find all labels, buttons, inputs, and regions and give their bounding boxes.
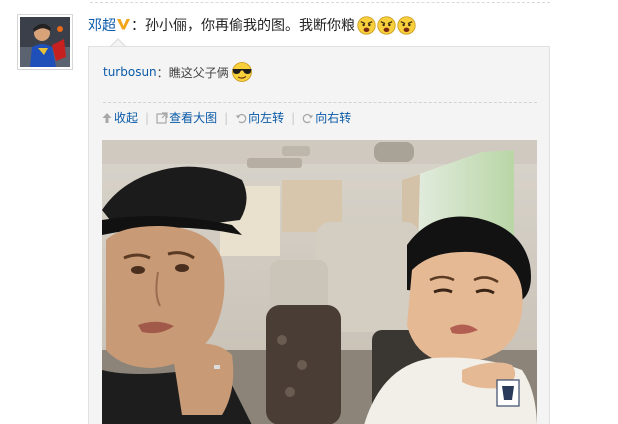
repost-divider: [103, 102, 537, 103]
repost-container: turbosun ： 瞧这父子俩 收起 | 查看大图 | 向左转 | 向右转: [88, 46, 550, 424]
emoji-group: [357, 15, 416, 35]
repost-content: turbosun ： 瞧这父子俩: [103, 61, 254, 83]
toolbar-divider: |: [224, 110, 229, 125]
rotate-right-icon: [302, 113, 314, 123]
repost-author-link[interactable]: turbosun: [103, 65, 157, 79]
post-text: 孙小俪，你再偷我的图。我断你粮: [145, 18, 355, 34]
top-divider: [90, 2, 550, 3]
post-author-link[interactable]: 邓超: [88, 15, 116, 35]
repost-separator: ：: [156, 65, 169, 80]
collapse-label: 收起: [114, 111, 139, 125]
rotate-left-button[interactable]: 向左转: [235, 109, 284, 126]
repost-text: 瞧这父子俩: [168, 65, 229, 80]
photo-image: [102, 140, 537, 424]
avatar-image: [20, 17, 70, 67]
rotate-left-icon: [235, 113, 247, 123]
image-toolbar: 收起 | 查看大图 | 向左转 | 向右转: [101, 109, 351, 126]
post-separator: ：: [131, 18, 145, 34]
enlarge-icon: [156, 111, 168, 124]
toolbar-divider: |: [145, 110, 150, 125]
arrow-up-icon: [102, 112, 112, 123]
post-content: 邓超 ： 孙小俪，你再偷我的图。我断你粮: [88, 14, 416, 36]
post-photo[interactable]: [102, 140, 537, 424]
toolbar-divider: |: [291, 110, 296, 125]
angry-face-icon: [397, 15, 416, 35]
view-large-label: 查看大图: [169, 111, 218, 125]
avatar[interactable]: [17, 14, 73, 70]
rotate-right-button[interactable]: 向右转: [302, 109, 351, 126]
rotate-left-label: 向左转: [248, 111, 285, 125]
collapse-button[interactable]: 收起: [101, 109, 138, 126]
sunglasses-face-icon: [231, 62, 252, 82]
angry-face-icon: [377, 15, 396, 35]
view-large-button[interactable]: 查看大图: [156, 109, 217, 126]
rotate-right-label: 向右转: [315, 111, 352, 125]
angry-face-icon: [357, 15, 376, 35]
verified-badge-icon[interactable]: [117, 18, 130, 33]
